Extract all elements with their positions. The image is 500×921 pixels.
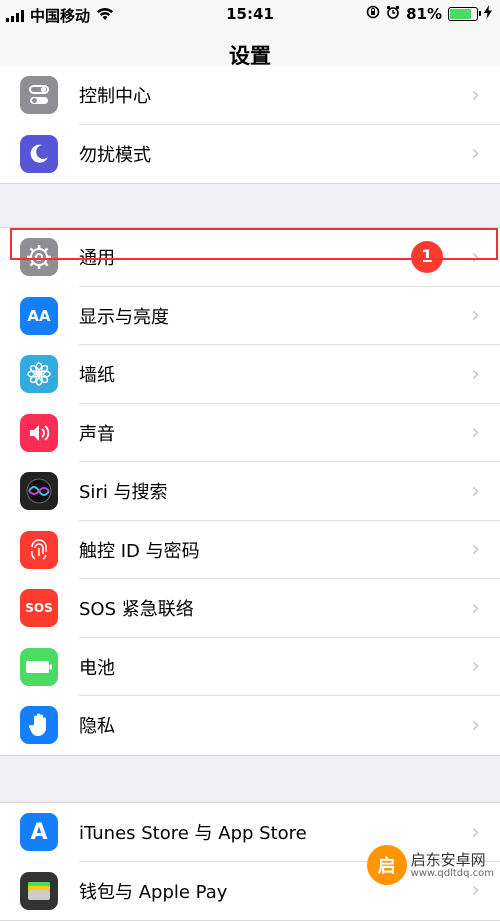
app-store-icon: A [20, 813, 58, 851]
chevron-right-icon: › [471, 654, 480, 679]
battery-status-icon [448, 7, 478, 21]
chevron-right-icon: › [471, 537, 480, 562]
settings-row-privacy[interactable]: 隐私 › [0, 696, 500, 755]
charging-icon [484, 5, 492, 23]
settings-row-label: 隐私 [79, 712, 115, 738]
settings-row-label: 声音 [79, 420, 115, 446]
settings-row-sounds[interactable]: 声音 › [0, 404, 500, 463]
watermark-url: www.qdltdq.com [411, 868, 494, 879]
sos-icon: SOS [20, 589, 58, 627]
watermark-logo-icon: 启 [367, 845, 407, 885]
settings-row-touch-id[interactable]: 触控 ID 与密码 › [0, 521, 500, 580]
chevron-right-icon: › [471, 479, 480, 504]
settings-row-control-center[interactable]: 控制中心 › [0, 66, 500, 125]
status-bar: 中国移动 15:41 81% [0, 0, 500, 30]
settings-row-battery[interactable]: 电池 › [0, 638, 500, 697]
battery-percent: 81% [406, 5, 442, 23]
chevron-right-icon: › [471, 362, 480, 387]
gear-icon [20, 238, 58, 276]
settings-row-label: SOS 紧急联络 [79, 595, 194, 621]
flower-icon [20, 355, 58, 393]
chevron-right-icon: › [471, 83, 480, 108]
notification-badge: 1 [411, 241, 443, 273]
settings-row-label: 控制中心 [79, 82, 151, 108]
settings-row-label: 显示与亮度 [79, 303, 169, 329]
control-center-icon [20, 76, 58, 114]
chevron-right-icon: › [471, 713, 480, 738]
page-title: 设置 [229, 44, 271, 68]
watermark-text: 启东安卓网 [411, 852, 494, 868]
settings-row-general[interactable]: 通用 1 › [0, 228, 500, 287]
settings-group-2: 通用 1 › AA 显示与亮度 › 墙纸 › 声音 › Siri 与搜索 › [0, 227, 500, 756]
settings-row-siri[interactable]: Siri 与搜索 › [0, 462, 500, 521]
settings-row-wallpaper[interactable]: 墙纸 › [0, 345, 500, 404]
chevron-right-icon: › [471, 420, 480, 445]
fingerprint-icon [20, 531, 58, 569]
chevron-right-icon: › [471, 596, 480, 621]
settings-row-display[interactable]: AA 显示与亮度 › [0, 287, 500, 346]
settings-row-label: 触控 ID 与密码 [79, 537, 200, 563]
settings-row-emergency-sos[interactable]: SOS SOS 紧急联络 › [0, 579, 500, 638]
settings-row-label: 钱包与 Apple Pay [79, 878, 227, 904]
chevron-right-icon: › [471, 303, 480, 328]
chevron-right-icon: › [471, 141, 480, 166]
alarm-icon [386, 5, 400, 23]
settings-row-do-not-disturb[interactable]: 勿扰模式 › [0, 125, 500, 184]
speaker-icon [20, 414, 58, 452]
rotation-lock-icon [366, 5, 380, 23]
settings-row-label: 墙纸 [79, 361, 115, 387]
moon-icon [20, 135, 58, 173]
chevron-right-icon: › [471, 820, 480, 845]
wallet-icon [20, 872, 58, 910]
settings-row-label: Siri 与搜索 [79, 478, 168, 504]
siri-icon [20, 472, 58, 510]
settings-row-label: 通用 [79, 244, 115, 270]
settings-row-label: 勿扰模式 [79, 141, 151, 167]
chevron-right-icon: › [471, 245, 480, 270]
settings-row-label: 电池 [79, 654, 115, 680]
display-icon: AA [20, 297, 58, 335]
settings-row-label: iTunes Store 与 App Store [79, 819, 307, 845]
watermark: 启 启东安卓网 www.qdltdq.com [367, 845, 494, 885]
settings-group-1: 控制中心 › 勿扰模式 › [0, 66, 500, 184]
hand-icon [20, 706, 58, 744]
battery-icon [20, 648, 58, 686]
